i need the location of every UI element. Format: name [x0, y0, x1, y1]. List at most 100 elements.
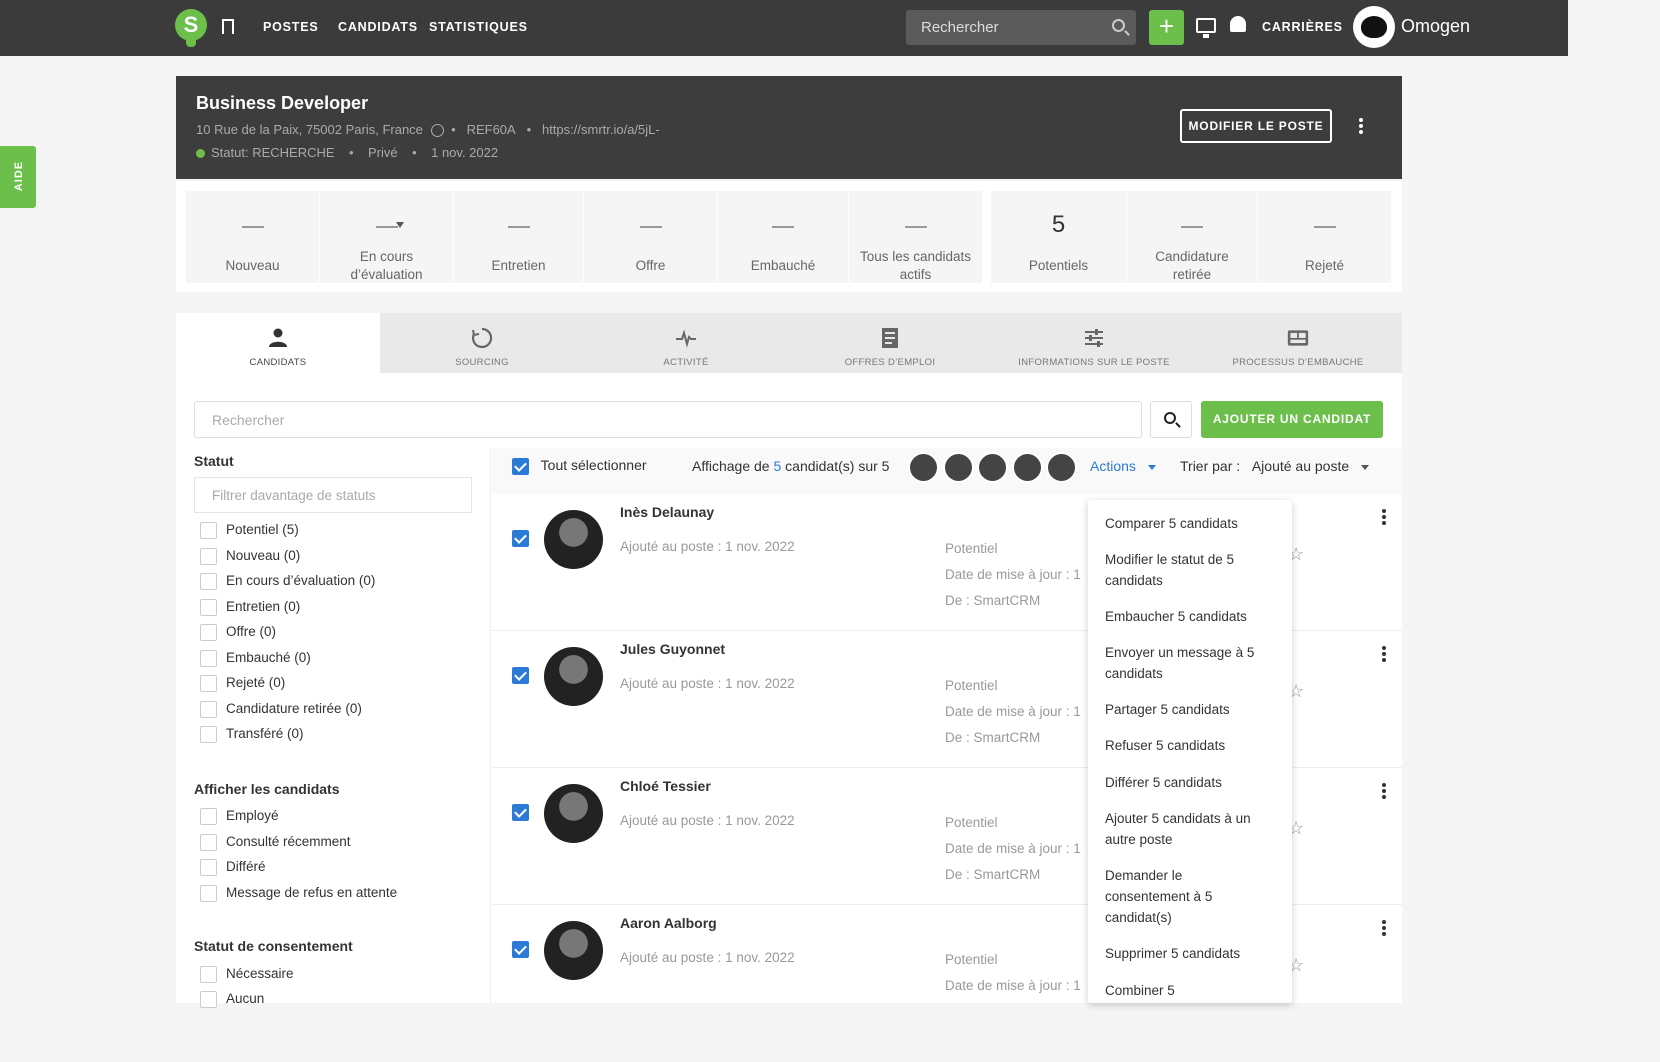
candidate-name[interactable]: Chloé Tessier	[620, 778, 711, 794]
candidate-more-icon[interactable]	[1382, 783, 1386, 799]
candidate-photo[interactable]	[544, 647, 603, 706]
candidate-search-button[interactable]	[1150, 401, 1192, 438]
show-checkbox-differe[interactable]: Différé	[200, 859, 266, 876]
checkbox[interactable]	[200, 808, 217, 825]
checkbox[interactable]	[200, 885, 217, 902]
status-checkbox-embauche[interactable]: Embauché (0)	[200, 650, 311, 667]
candidate-search-input[interactable]: Rechercher	[194, 401, 1142, 438]
checkbox[interactable]	[200, 859, 217, 876]
add-candidate-button[interactable]: AJOUTER UN CANDIDAT	[1201, 401, 1383, 438]
tab-activite[interactable]: ACTIVITÉ	[584, 313, 788, 373]
stage-tous-actifs[interactable]: Tous les candidats actifs	[849, 191, 982, 283]
menu-item-delete[interactable]: Supprimer 5 candidats	[1105, 943, 1280, 964]
menu-item-request-consent[interactable]: Demander le consentement à 5 candidat(s)	[1105, 865, 1255, 928]
candidate-photo[interactable]	[544, 510, 603, 569]
bell-icon[interactable]	[1230, 16, 1246, 32]
checkbox[interactable]	[200, 573, 217, 590]
caret-down-icon[interactable]	[396, 222, 404, 228]
status-checkbox-rejete[interactable]: Rejeté (0)	[200, 675, 285, 692]
job-more-icon[interactable]	[1359, 118, 1363, 134]
menu-item-add-to-job[interactable]: Ajouter 5 candidats à un autre poste	[1105, 808, 1280, 850]
tab-offres-emploi[interactable]: OFFRES D’EMPLOI	[788, 313, 992, 373]
nav-postes[interactable]: POSTES	[263, 20, 319, 34]
job-url[interactable]: https://smrtr.io/a/5jL-	[542, 122, 660, 137]
candidate-name[interactable]: Inès Delaunay	[620, 504, 714, 520]
menu-item-merge[interactable]: Combiner 5	[1105, 980, 1280, 1001]
stage-candidature-retiree[interactable]: Candidature retirée	[1127, 191, 1257, 283]
help-tab[interactable]: AIDE	[0, 146, 36, 208]
tab-candidats[interactable]: CANDIDATS	[176, 313, 380, 373]
menu-item-share[interactable]: Partager 5 candidats	[1105, 699, 1280, 720]
checkbox[interactable]	[200, 522, 217, 539]
stage-entretien[interactable]: Entretien	[454, 191, 583, 283]
nav-statistiques[interactable]: STATISTIQUES	[429, 20, 528, 34]
user-avatar[interactable]	[1353, 6, 1395, 48]
consent-checkbox-necessaire[interactable]: Nécessaire	[200, 966, 294, 983]
checkbox[interactable]	[200, 624, 217, 641]
candidate-name[interactable]: Aaron Aalborg	[620, 915, 717, 931]
select-all-checkbox[interactable]	[512, 457, 529, 475]
candidate-checkbox[interactable]	[512, 804, 529, 821]
edit-job-button[interactable]: MODIFIER LE POSTE	[1180, 109, 1332, 143]
menu-item-defer[interactable]: Différer 5 candidats	[1105, 772, 1280, 793]
tab-processus-embauche[interactable]: PROCESSUS D’EMBAUCHE	[1196, 313, 1400, 373]
menu-item-reject[interactable]: Refuser 5 candidats	[1105, 735, 1280, 756]
sort-value[interactable]: Ajouté au poste	[1252, 458, 1349, 474]
nav-carrieres[interactable]: CARRIÈRES	[1262, 20, 1343, 34]
candidate-checkbox[interactable]	[512, 530, 529, 547]
consent-checkbox-aucun[interactable]: Aucun	[200, 991, 264, 1008]
candidate-photo[interactable]	[544, 921, 603, 980]
show-checkbox-refus[interactable]: Message de refus en attente	[200, 885, 397, 902]
monitor-icon[interactable]	[1196, 18, 1216, 38]
candidate-more-icon[interactable]	[1382, 646, 1386, 662]
menu-item-compare[interactable]: Comparer 5 candidats	[1105, 513, 1280, 534]
menu-item-message[interactable]: Envoyer un message à 5 candidats	[1105, 642, 1280, 684]
candidate-more-icon[interactable]	[1382, 509, 1386, 525]
stage-rejete[interactable]: Rejeté	[1258, 191, 1391, 283]
actions-dropdown[interactable]: Actions	[1090, 458, 1156, 474]
checkbox[interactable]	[200, 834, 217, 851]
stage-en-cours[interactable]: En cours d’évaluation	[320, 191, 453, 283]
candidate-checkbox[interactable]	[512, 667, 529, 684]
candidate-more-icon[interactable]	[1382, 920, 1386, 936]
status-checkbox-transfere[interactable]: Transféré (0)	[200, 726, 304, 743]
smartrecruiters-logo[interactable]: S	[175, 9, 207, 41]
search-icon[interactable]	[1112, 19, 1125, 32]
status-checkbox-candidature-retiree[interactable]: Candidature retirée (0)	[200, 701, 362, 718]
status-checkbox-nouveau[interactable]: Nouveau (0)	[200, 548, 300, 565]
candidate-checkbox[interactable]	[512, 941, 529, 958]
select-all[interactable]: Tout sélectionner	[512, 457, 647, 475]
status-filter-input[interactable]: Filtrer davantage de statuts	[194, 477, 472, 513]
status-checkbox-offre[interactable]: Offre (0)	[200, 624, 276, 641]
status-checkbox-entretien[interactable]: Entretien (0)	[200, 599, 300, 616]
status-checkbox-potentiel[interactable]: Potentiel (5)	[200, 522, 299, 539]
pipeline-stages: Nouveau En cours d’évaluation Entretien …	[176, 181, 1402, 292]
checkbox[interactable]	[200, 675, 217, 692]
show-checkbox-employe[interactable]: Employé	[200, 808, 279, 825]
show-checkbox-consulte[interactable]: Consulté récemment	[200, 834, 351, 851]
bookmark-icon[interactable]	[222, 19, 234, 34]
checkbox[interactable]	[200, 726, 217, 743]
create-new-button[interactable]: +	[1149, 10, 1184, 45]
candidate-name[interactable]: Jules Guyonnet	[620, 641, 725, 657]
tab-sourcing[interactable]: SOURCING	[380, 313, 584, 373]
status-checkbox-en-cours[interactable]: En cours d’évaluation (0)	[200, 573, 375, 590]
tab-informations-poste[interactable]: INFORMATIONS SUR LE POSTE	[992, 313, 1196, 373]
candidate-photo[interactable]	[544, 784, 603, 843]
menu-item-hire[interactable]: Embaucher 5 candidats	[1105, 606, 1280, 627]
checkbox[interactable]	[200, 599, 217, 616]
checkbox[interactable]	[200, 650, 217, 667]
stage-offre[interactable]: Offre	[584, 191, 717, 283]
stage-potentiels[interactable]: 5 Potentiels	[991, 191, 1126, 283]
nav-candidats[interactable]: CANDIDATS	[338, 20, 418, 34]
global-search-input[interactable]: Rechercher	[906, 10, 1136, 45]
sort-control[interactable]: Trier par : Ajouté au poste	[1180, 458, 1370, 474]
checkbox[interactable]	[200, 701, 217, 718]
stage-nouveau[interactable]: Nouveau	[186, 191, 319, 283]
checkbox[interactable]	[200, 548, 217, 565]
company-name[interactable]: Omogen	[1401, 16, 1470, 37]
checkbox[interactable]	[200, 966, 217, 983]
checkbox[interactable]	[200, 991, 217, 1008]
menu-item-change-status[interactable]: Modifier le statut de 5 candidats	[1105, 549, 1280, 591]
stage-embauche[interactable]: Embauché	[718, 191, 848, 283]
